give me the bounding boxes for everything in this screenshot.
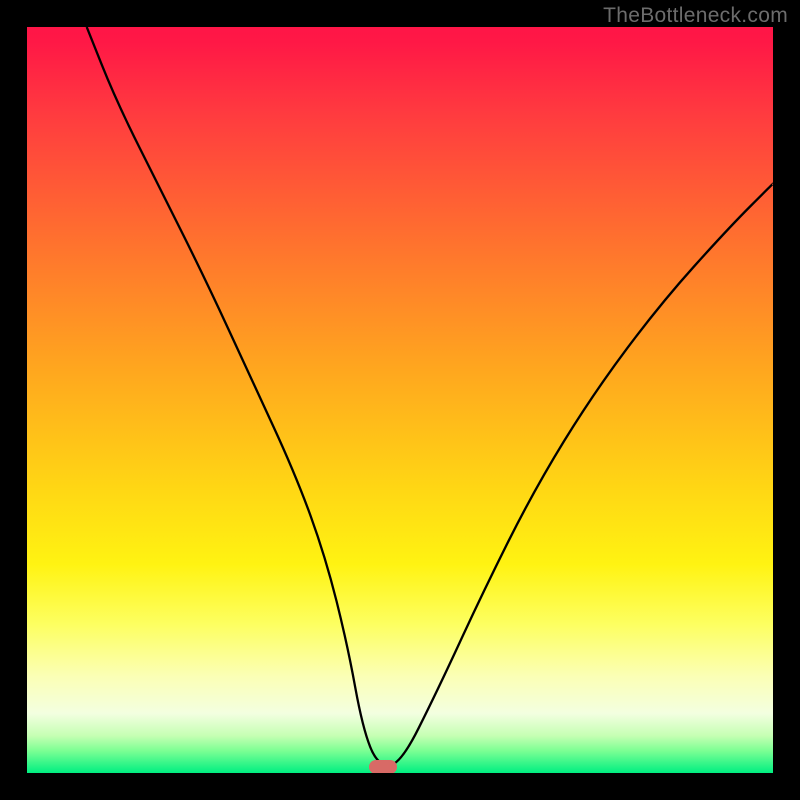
- plot-area: [27, 27, 773, 773]
- chart-container: TheBottleneck.com: [0, 0, 800, 800]
- bottleneck-curve: [27, 27, 773, 773]
- watermark-text: TheBottleneck.com: [603, 4, 788, 28]
- curve-path: [87, 27, 773, 766]
- optimal-point-marker: [369, 760, 397, 773]
